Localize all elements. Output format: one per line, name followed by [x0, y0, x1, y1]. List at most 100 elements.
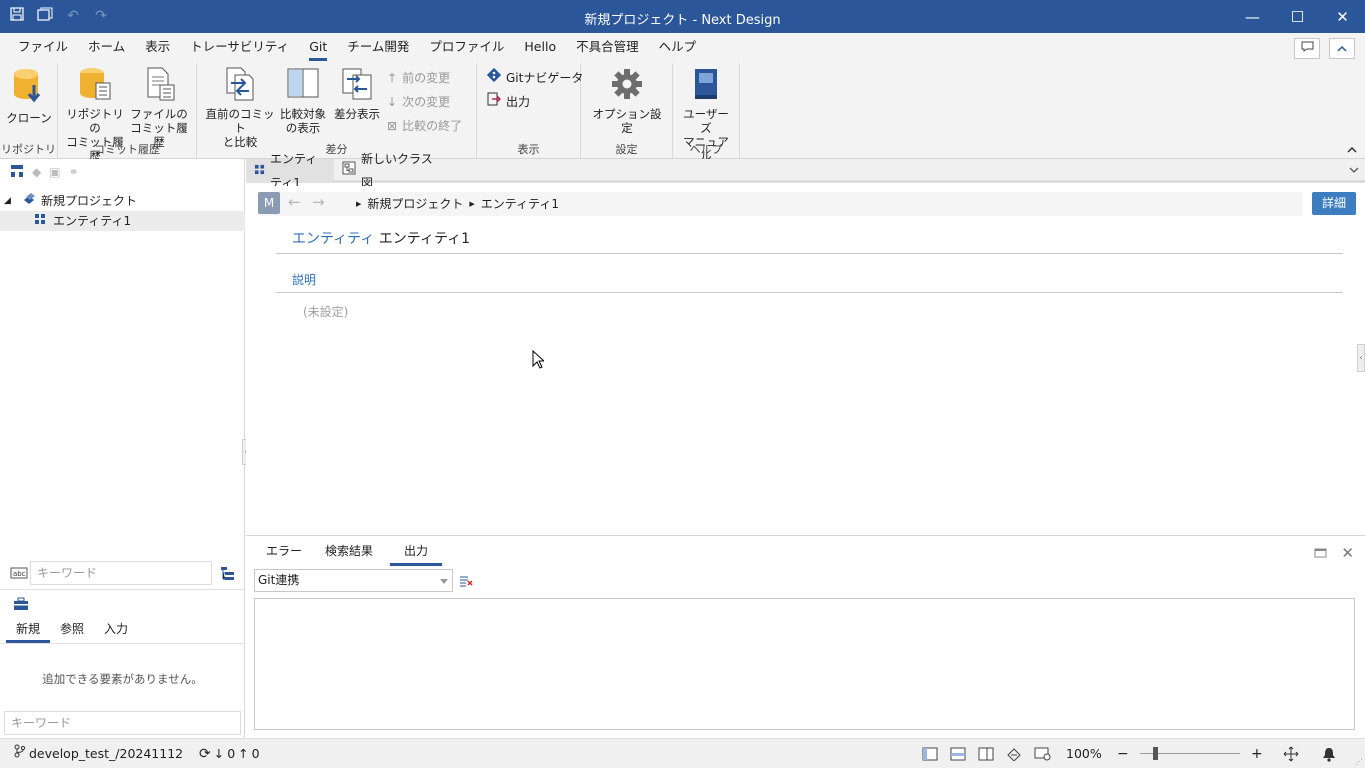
- mode-badge[interactable]: M: [258, 192, 280, 214]
- resize-grip-icon[interactable]: ⋰: [1355, 757, 1363, 766]
- clone-button[interactable]: クローン: [6, 67, 52, 125]
- menu-tab-8[interactable]: 不具合管理: [566, 33, 649, 61]
- show-diff-button[interactable]: 差分表示: [331, 67, 383, 121]
- compare-last-label-1: 直前のコミット: [205, 107, 275, 135]
- output-source-select[interactable]: Git連携: [254, 569, 453, 592]
- entity-icon: [254, 159, 265, 183]
- toolbox-tab-1[interactable]: 参照: [50, 619, 94, 643]
- tabs-dropdown-icon[interactable]: [1349, 163, 1359, 177]
- menu-tab-3[interactable]: トレーサビリティ: [180, 33, 299, 61]
- next-change-button[interactable]: ↓ 次の変更: [387, 92, 450, 112]
- collapse-right-pane-handle[interactable]: ‹: [1357, 344, 1365, 372]
- copy-icon[interactable]: ▣: [49, 165, 60, 179]
- file-history-button[interactable]: ファイルの コミット履歴: [128, 67, 190, 149]
- detail-button[interactable]: 詳細: [1312, 192, 1356, 215]
- window-title: 新規プロジェクト - Next Design: [584, 13, 781, 28]
- group-repository: クローン リポジトリ: [0, 63, 58, 159]
- menu-tab-2[interactable]: 表示: [135, 33, 180, 61]
- menu-bar: ファイル ホーム 表示 トレーサビリティ Git チーム開発 プロファイル Hello 不具合管…: [0, 33, 1365, 63]
- clone-label: クローン: [6, 111, 52, 125]
- settings-window-icon[interactable]: [1034, 739, 1052, 769]
- group-settings: オプション設定 設定: [581, 63, 673, 159]
- zoom-in-icon[interactable]: +: [1251, 739, 1263, 769]
- toolbox-search-input[interactable]: キーワード: [4, 711, 241, 735]
- menu-tab-4[interactable]: Git: [299, 33, 337, 61]
- maximize-panel-icon[interactable]: [1314, 547, 1327, 561]
- notification-bell-icon[interactable]: [1322, 739, 1336, 769]
- feedback-button[interactable]: [1294, 38, 1320, 59]
- menu-tab-0[interactable]: ファイル: [8, 33, 78, 61]
- hierarchy-icon[interactable]: [10, 164, 24, 181]
- arrow-up-icon: ↑: [387, 71, 398, 85]
- ribbon-collapse-chevron-icon[interactable]: [1347, 143, 1357, 156]
- end-compare-icon: ⊠: [387, 119, 398, 133]
- minimize-button[interactable]: —: [1230, 0, 1275, 33]
- git-navigator-button[interactable]: Gitナビゲータ: [486, 67, 583, 88]
- end-compare-button[interactable]: ⊠ 比較の終了: [387, 116, 462, 136]
- compare-last-commit-button[interactable]: 直前のコミット と比較: [205, 67, 275, 149]
- description-field[interactable]: (未設定): [303, 303, 348, 320]
- output-text-area[interactable]: [254, 598, 1355, 730]
- expand-arrow-icon[interactable]: ◢: [4, 191, 11, 211]
- output-button[interactable]: 出力: [487, 92, 530, 112]
- group-help: ユーザーズ マニュアル ヘルプ: [673, 63, 740, 163]
- group-label-help: ヘルプ: [689, 143, 723, 156]
- clear-output-icon[interactable]: [459, 575, 473, 590]
- output-tab-1[interactable]: 検索結果: [318, 542, 380, 566]
- navigator-search-input[interactable]: キーワード: [30, 561, 212, 585]
- element-type-label[interactable]: エンティティ: [292, 231, 374, 247]
- entity-icon: [34, 211, 46, 231]
- link-icon[interactable]: ⚭: [69, 165, 79, 179]
- forward-arrow-icon[interactable]: →: [312, 193, 325, 211]
- close-button[interactable]: ✕: [1320, 0, 1365, 33]
- collapse-ribbon-button[interactable]: [1329, 38, 1355, 59]
- lock-layout-icon[interactable]: [1006, 739, 1022, 769]
- show-diff-label: 差分表示: [334, 107, 380, 121]
- zoom-out-icon[interactable]: −: [1117, 739, 1129, 769]
- zoom-slider-thumb[interactable]: [1153, 747, 1158, 760]
- manual-label-1: ユーザーズ: [683, 107, 729, 135]
- tree-item-project[interactable]: ◢ 新規プロジェクト: [0, 191, 245, 211]
- breadcrumb-entity[interactable]: エンティティ1: [481, 192, 559, 216]
- output-label: 出力: [506, 95, 531, 109]
- group-label-settings: 設定: [615, 143, 638, 156]
- breadcrumb-project[interactable]: 新規プロジェクト: [367, 192, 463, 216]
- show-compare-target-button[interactable]: 比較対象 の表示: [277, 67, 329, 135]
- tree-item-entity[interactable]: エンティティ1: [0, 211, 245, 231]
- toolbox-tab-2[interactable]: 入力: [94, 619, 138, 643]
- layout-bottom-icon[interactable]: [950, 739, 966, 769]
- zoom-level: 100%: [1066, 746, 1102, 761]
- back-arrow-icon[interactable]: ←: [288, 193, 301, 211]
- output-tab-2[interactable]: 出力: [390, 542, 442, 566]
- layout-left-icon[interactable]: [922, 739, 938, 769]
- tag-icon[interactable]: ◆: [32, 165, 41, 179]
- element-name: エンティティ1: [378, 231, 471, 247]
- toolbox-tab-0[interactable]: 新規: [6, 619, 51, 643]
- menu-tab-5[interactable]: チーム開発: [337, 33, 419, 61]
- sync-icon: ⟳: [199, 746, 211, 762]
- options-button[interactable]: オプション設定: [587, 67, 667, 135]
- tree-project-label: 新規プロジェクト: [41, 194, 138, 208]
- filter-settings-icon[interactable]: [220, 565, 236, 584]
- menu-tab-9[interactable]: ヘルプ: [649, 33, 707, 61]
- sync-status[interactable]: ⟳ ↓ 0 ↑ 0: [199, 739, 260, 769]
- close-panel-icon[interactable]: ✕: [1341, 544, 1354, 562]
- prev-change-button[interactable]: ↑ 前の変更: [387, 68, 450, 88]
- output-tab-0[interactable]: エラー: [260, 542, 308, 566]
- branch-indicator[interactable]: develop_test_/20241112: [14, 739, 183, 769]
- maximize-button[interactable]: ☐: [1275, 0, 1320, 33]
- tab-entity[interactable]: エンティティ1: [246, 152, 334, 190]
- zoom-slider-track[interactable]: [1140, 747, 1240, 760]
- next-change-label: 次の変更: [402, 95, 451, 109]
- menu-tab-6[interactable]: プロファイル: [419, 33, 514, 61]
- fit-to-window-icon[interactable]: [1283, 739, 1299, 769]
- layout-right-icon[interactable]: [978, 739, 994, 769]
- abc-search-icon[interactable]: abc: [10, 567, 28, 582]
- toolbox-icon: [13, 597, 29, 614]
- menu-tab-1[interactable]: ホーム: [78, 33, 135, 61]
- menu-tab-7[interactable]: Hello: [514, 33, 566, 61]
- repo-history-label-1: リポジトリの: [66, 107, 124, 135]
- arrow-down-icon: ↓: [387, 95, 398, 109]
- group-diff: 直前のコミット と比較 比較対象 の表示 差分表示 ↑ 前の変更 ↓ 次の変更 ⊠ 比…: [197, 63, 477, 159]
- tab-class-diagram[interactable]: 新しいクラス図: [334, 152, 444, 190]
